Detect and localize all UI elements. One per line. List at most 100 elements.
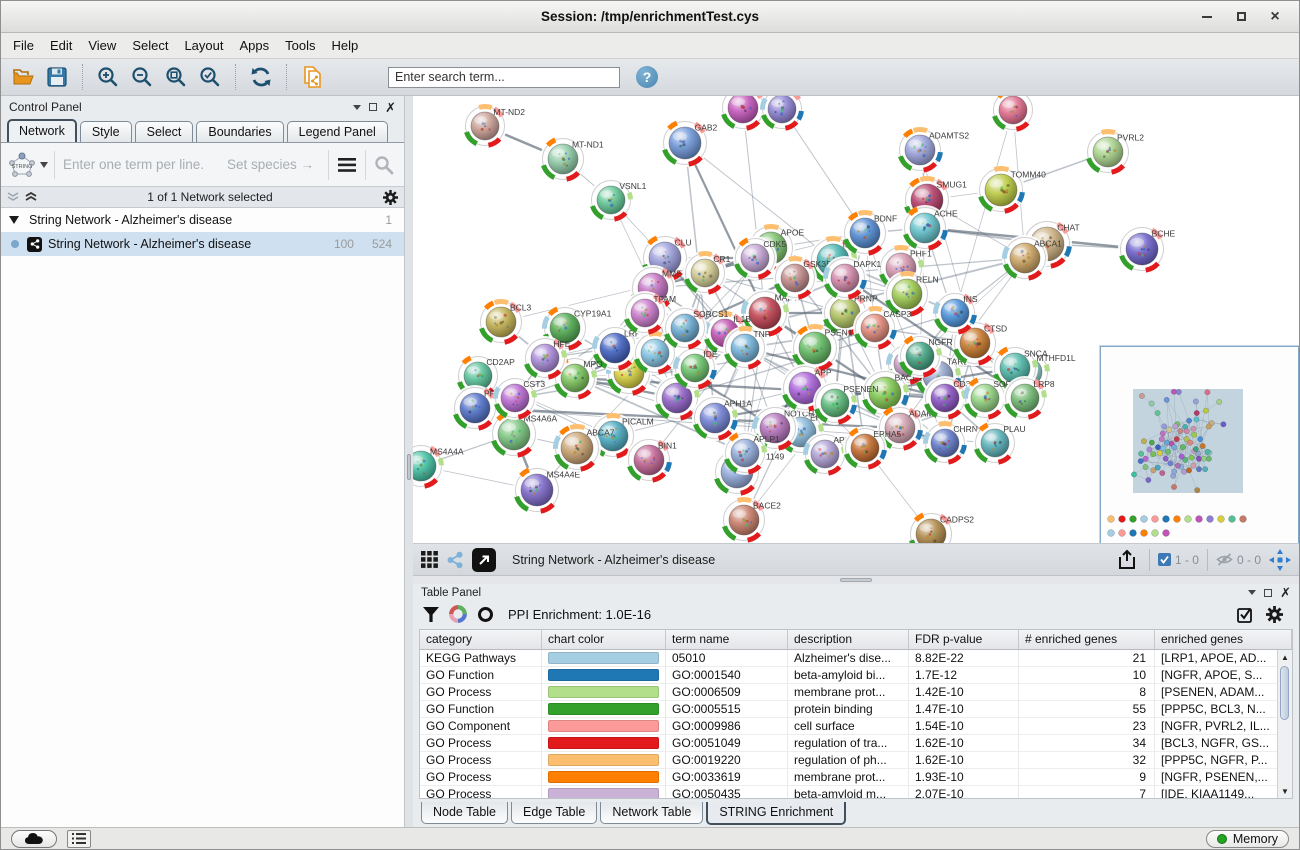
panel-menu-icon[interactable] <box>353 105 361 110</box>
tab-style[interactable]: Style <box>80 121 132 142</box>
tab-edge-table[interactable]: Edge Table <box>511 802 597 824</box>
maximize-button[interactable] <box>1227 6 1255 28</box>
set-species-label[interactable]: Set species → <box>227 157 324 172</box>
network-node-ADAMTS2[interactable]: ADAMTS2 <box>897 127 969 173</box>
memory-button[interactable]: Memory <box>1206 830 1289 848</box>
tab-string-enrichment[interactable]: STRING Enrichment <box>706 802 846 825</box>
zoom-fit-button[interactable] <box>162 63 190 91</box>
task-list-button[interactable] <box>67 830 91 848</box>
eye-off-icon[interactable] <box>1216 553 1233 566</box>
column-header-term-name[interactable]: term name <box>666 630 788 650</box>
collapse-all-icon[interactable] <box>7 192 19 202</box>
scrollbar-thumb[interactable] <box>1280 666 1289 720</box>
grid-view-icon[interactable] <box>421 551 438 568</box>
table-panel-float-icon[interactable] <box>1264 589 1272 597</box>
zoom-out-button[interactable] <box>128 63 156 91</box>
pan-compass-icon[interactable] <box>1269 549 1291 571</box>
column-header-enriched-genes[interactable]: enriched genes <box>1155 630 1292 650</box>
menu-item-file[interactable]: File <box>5 35 42 56</box>
save-session-button[interactable] <box>43 63 71 91</box>
network-node-BIN1[interactable]: BIN1 <box>626 437 677 483</box>
detach-view-button[interactable] <box>472 548 496 572</box>
select-rows-icon[interactable] <box>1237 606 1254 623</box>
network-node-TOMM40[interactable]: TOMM40 <box>977 166 1046 214</box>
network-node-MS4A4A[interactable]: MS4A4A <box>413 443 464 489</box>
selected-checkbox-icon[interactable] <box>1158 553 1171 566</box>
network-node-ECE1[interactable] <box>991 96 1035 132</box>
network-node-MS4A4E[interactable]: MS4A4E <box>513 466 580 514</box>
scroll-up-button[interactable]: ▲ <box>1278 650 1292 664</box>
network-node-SORT1[interactable] <box>760 96 804 131</box>
expanded-triangle-icon[interactable] <box>9 216 19 224</box>
tree-network-row[interactable]: String Network - Alzheimer's disease 100… <box>1 232 404 256</box>
tab-legend-panel[interactable]: Legend Panel <box>287 121 388 142</box>
open-session-button[interactable] <box>9 63 37 91</box>
network-node-BACE2[interactable]: BACE2 <box>721 497 781 543</box>
table-settings-gear-icon[interactable] <box>1266 606 1283 623</box>
table-splitter[interactable] <box>413 576 1299 584</box>
minimize-button[interactable] <box>1193 6 1221 28</box>
panel-close-icon[interactable]: ✗ <box>385 101 396 114</box>
tab-network[interactable]: Network <box>7 119 77 142</box>
string-logo[interactable]: STRING <box>7 151 55 179</box>
network-node-GAB2[interactable]: GAB2 <box>661 119 718 167</box>
tab-network-table[interactable]: Network Table <box>600 802 703 824</box>
scroll-down-button[interactable]: ▼ <box>1278 784 1292 798</box>
menu-item-layout[interactable]: Layout <box>176 35 231 56</box>
network-node-VSNL1[interactable]: VSNL1 <box>589 178 647 222</box>
network-canvas[interactable]: MT-ND2MT-ND1VSNL1GAB2ADAMTS2PVRL2TOMM40S… <box>413 96 1299 544</box>
share-network-icon[interactable] <box>446 551 464 569</box>
search-input[interactable] <box>388 67 620 88</box>
export-network-button[interactable] <box>1113 546 1141 574</box>
table-scrollbar[interactable]: ▲ ▼ <box>1277 650 1292 798</box>
network-node-CADPS2[interactable]: CADPS2 <box>908 511 974 544</box>
birds-eye-view[interactable] <box>1100 346 1299 544</box>
gear-icon[interactable] <box>383 190 398 205</box>
cloud-button[interactable] <box>11 830 57 848</box>
filter-icon[interactable] <box>423 607 439 622</box>
refresh-button[interactable] <box>247 63 275 91</box>
network-node-ACHE[interactable]: ACHE <box>902 205 958 251</box>
column-header-fdr-p-value[interactable]: FDR p-value <box>909 630 1019 650</box>
help-button[interactable]: ? <box>636 66 658 88</box>
expand-all-icon[interactable] <box>25 192 37 202</box>
copy-network-button[interactable] <box>298 63 326 91</box>
menu-item-tools[interactable]: Tools <box>277 35 323 56</box>
menu-item-help[interactable]: Help <box>324 35 367 56</box>
network-node-MT-ND1[interactable]: MT-ND1 <box>540 136 604 182</box>
column-header-chart-color[interactable]: chart color <box>542 630 666 650</box>
menu-item-select[interactable]: Select <box>124 35 176 56</box>
network-node-CR1[interactable]: CR1 <box>683 251 731 295</box>
network-node-TNF[interactable]: TNF <box>723 326 770 370</box>
tab-boundaries[interactable]: Boundaries <box>196 121 283 142</box>
network-node-MT-ND2[interactable]: MT-ND2 <box>463 104 525 148</box>
panel-float-icon[interactable] <box>369 103 377 111</box>
tab-select[interactable]: Select <box>135 121 194 142</box>
string-search-button[interactable] <box>370 151 398 179</box>
table-panel-close-icon[interactable]: ✗ <box>1280 586 1291 599</box>
tree-collection-row[interactable]: String Network - Alzheimer's disease 1 <box>1 208 404 232</box>
menu-item-view[interactable]: View <box>80 35 124 56</box>
ring-chart-icon[interactable] <box>477 606 494 623</box>
network-node-BCL3[interactable]: BCL3 <box>478 299 532 345</box>
network-edge-count: 524 <box>372 237 392 251</box>
string-options-button[interactable] <box>333 151 361 179</box>
enrichment-chart-icon[interactable] <box>449 605 467 623</box>
table-panel-menu-icon[interactable] <box>1248 590 1256 595</box>
network-node-PLD3[interactable] <box>720 96 766 131</box>
string-query-input[interactable] <box>55 157 227 172</box>
tab-node-table[interactable]: Node Table <box>421 802 508 824</box>
panel-splitter[interactable] <box>405 96 413 827</box>
zoom-in-button[interactable] <box>94 63 122 91</box>
network-node-BCHE[interactable]: BCHE <box>1118 225 1176 273</box>
column-header--enriched-genes[interactable]: # enriched genes <box>1019 630 1155 650</box>
menu-item-edit[interactable]: Edit <box>42 35 80 56</box>
zoom-selected-button[interactable] <box>196 63 224 91</box>
close-button[interactable]: × <box>1261 6 1289 28</box>
network-node-PVRL2[interactable]: PVRL2 <box>1085 129 1144 175</box>
menu-item-apps[interactable]: Apps <box>232 35 278 56</box>
column-header-category[interactable]: category <box>420 630 542 650</box>
network-node-PLAU[interactable]: PLAU <box>973 421 1026 465</box>
network-node-LRP8[interactable]: LRP8 <box>1003 376 1055 420</box>
column-header-description[interactable]: description <box>788 630 909 650</box>
